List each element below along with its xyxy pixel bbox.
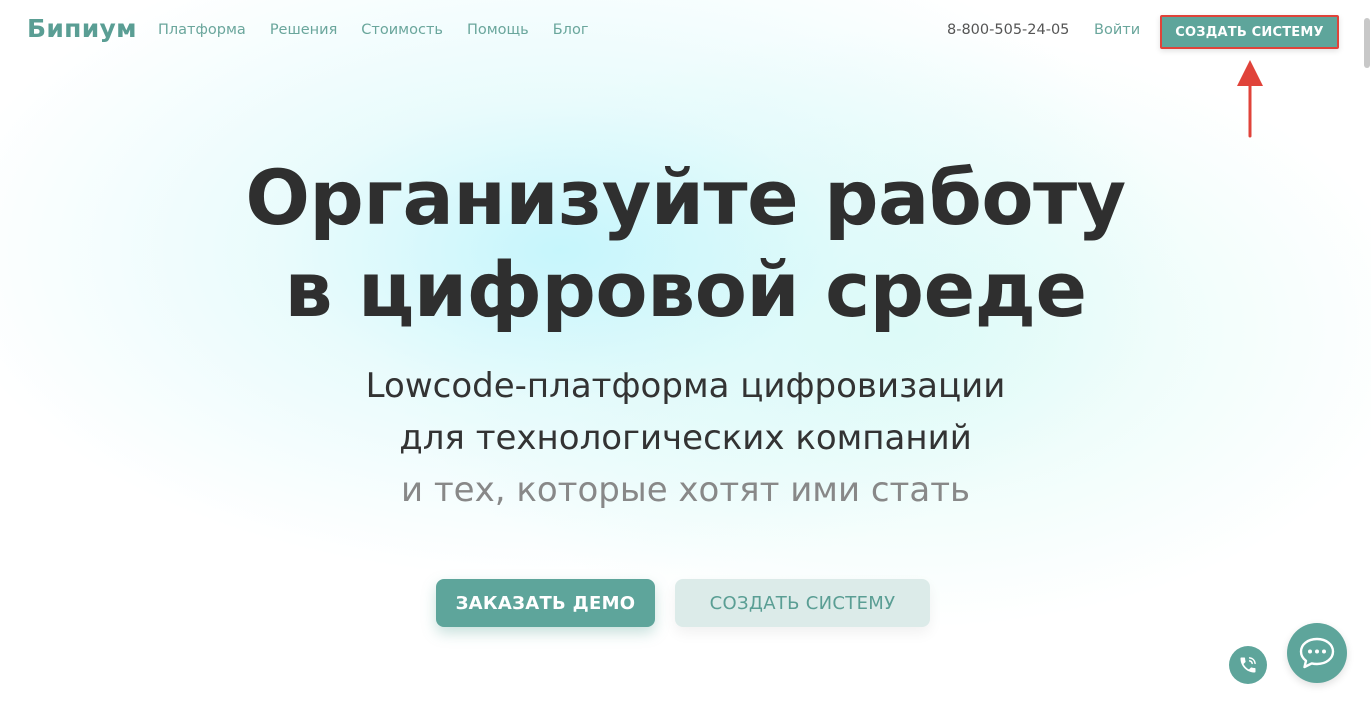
nav-item-platform[interactable]: Платформа	[158, 22, 246, 38]
login-link[interactable]: Войти	[1094, 22, 1140, 38]
create-system-button[interactable]: СОЗДАТЬ СИСТЕМУ	[675, 579, 930, 627]
scrollbar-thumb[interactable]	[1364, 18, 1370, 68]
nav-item-solutions[interactable]: Решения	[270, 22, 337, 38]
main-nav: Платформа Решения Стоимость Помощь Блог	[158, 22, 588, 38]
nav-item-pricing[interactable]: Стоимость	[361, 22, 443, 38]
hero-subtitle-line1: Lowcode-платформа цифровизации	[365, 366, 1006, 406]
hero-title-line1: Организуйте работу	[245, 153, 1126, 242]
hero-subtitle: Lowcode-платформа цифровизации для техно…	[0, 360, 1371, 516]
order-demo-button[interactable]: ЗАКАЗАТЬ ДЕМО	[436, 579, 655, 627]
phone-icon	[1240, 657, 1256, 673]
call-widget-button[interactable]	[1229, 646, 1267, 684]
nav-item-help[interactable]: Помощь	[467, 22, 529, 38]
hero-subtitle-line2: для технологических компаний	[399, 418, 972, 458]
chat-bubble-icon	[1299, 637, 1335, 669]
annotation-arrow-icon	[1237, 60, 1263, 138]
create-system-button-header[interactable]: СОЗДАТЬ СИСТЕМУ	[1160, 15, 1339, 49]
nav-item-blog[interactable]: Блог	[553, 22, 589, 38]
hero-subtitle-line3: и тех, которые хотят ими стать	[400, 470, 971, 510]
hero-title: Организуйте работу в цифровой среде	[0, 152, 1371, 336]
phone-number[interactable]: 8-800-505-24-05	[947, 22, 1069, 38]
site-header: Бипиум Платформа Решения Стоимость Помощ…	[0, 0, 1371, 64]
scrollbar[interactable]	[1363, 0, 1371, 703]
logo[interactable]: Бипиум	[27, 14, 137, 43]
hero-title-line2: в цифровой среде	[284, 245, 1087, 334]
chat-widget-button[interactable]	[1287, 623, 1347, 683]
landing-page: Бипиум Платформа Решения Стоимость Помощ…	[0, 0, 1371, 703]
